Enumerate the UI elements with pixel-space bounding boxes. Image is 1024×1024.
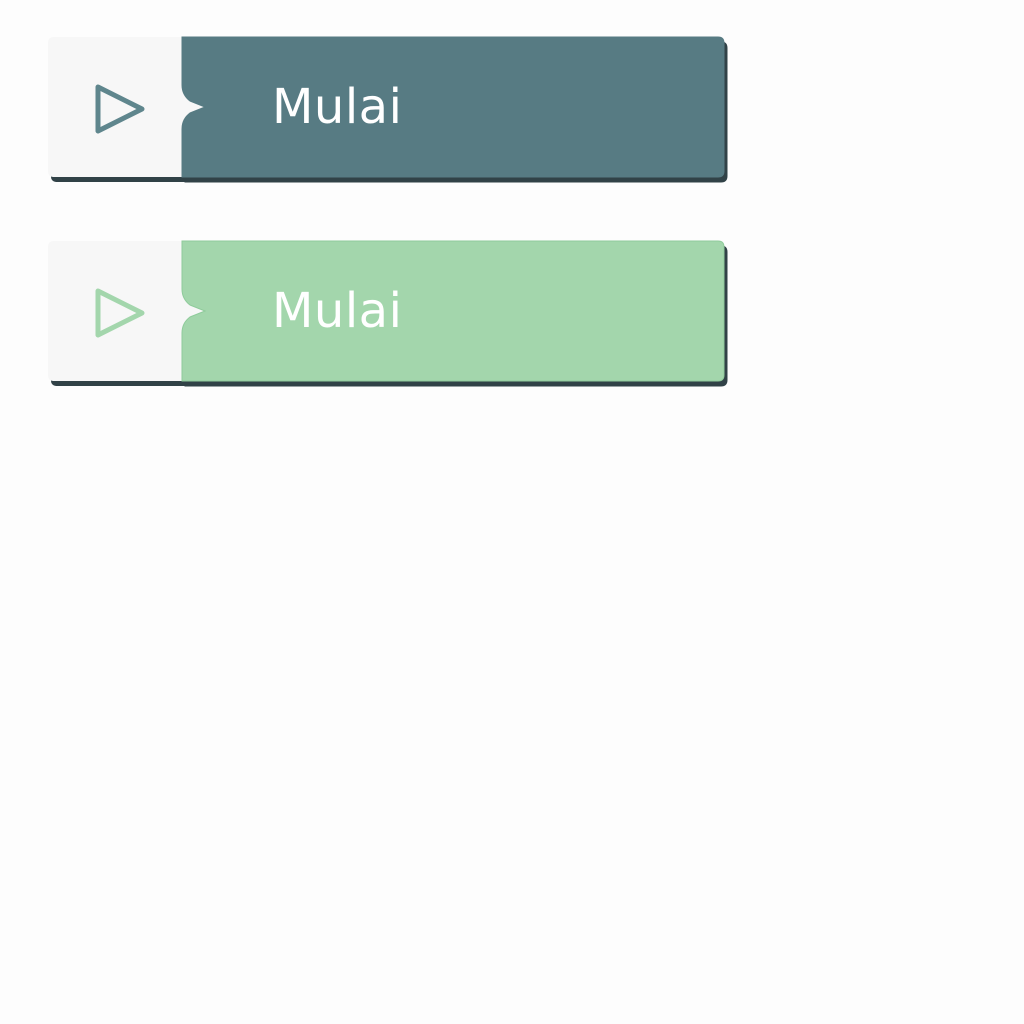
start-button-disabled[interactable]: Mulai bbox=[48, 240, 725, 382]
start-button-label: Mulai bbox=[272, 79, 403, 135]
play-icon bbox=[92, 81, 148, 137]
start-button[interactable]: Mulai bbox=[48, 36, 725, 178]
play-icon bbox=[92, 285, 148, 341]
button-showcase: Mulai Mulai bbox=[0, 0, 1024, 1024]
start-button-label: Mulai bbox=[272, 283, 403, 339]
